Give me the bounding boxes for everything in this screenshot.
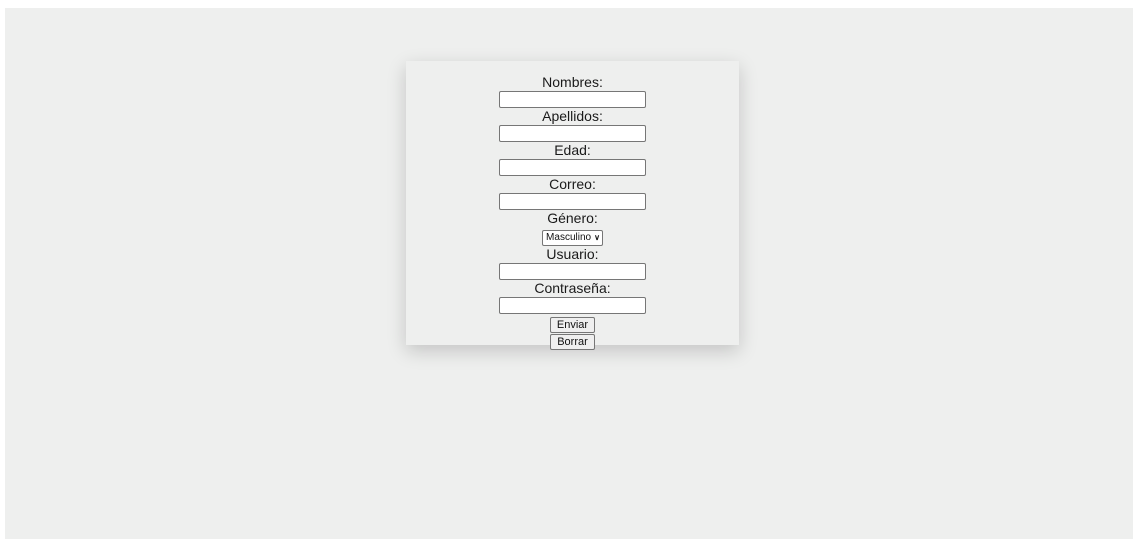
contrasena-label: Contraseña:: [534, 280, 611, 296]
enviar-button[interactable]: Enviar: [549, 317, 596, 333]
registration-form: Nombres: Apellidos: Edad: Correo: Género…: [406, 75, 739, 350]
nombres-label: Nombres:: [542, 74, 603, 90]
page-background: Nombres: Apellidos: Edad: Correo: Género…: [5, 8, 1133, 539]
correo-label: Correo:: [549, 176, 596, 192]
usuario-label: Usuario:: [546, 246, 599, 262]
genero-selected-value: Masculino: [546, 232, 592, 243]
usuario-input[interactable]: [499, 263, 646, 280]
apellidos-label: Apellidos:: [542, 108, 603, 124]
correo-input[interactable]: [499, 193, 646, 210]
apellidos-input[interactable]: [499, 125, 646, 142]
chevron-down-icon: ∨: [594, 233, 600, 242]
borrar-button[interactable]: Borrar: [550, 334, 595, 350]
registration-form-card: Nombres: Apellidos: Edad: Correo: Género…: [406, 61, 739, 350]
genero-select-wrapper: Masculino ∨: [542, 227, 603, 246]
edad-input[interactable]: [499, 159, 646, 176]
contrasena-input[interactable]: [499, 297, 646, 314]
genero-select[interactable]: Masculino ∨: [542, 230, 603, 246]
edad-label: Edad:: [554, 142, 591, 158]
genero-label: Género:: [547, 210, 598, 226]
nombres-input[interactable]: [499, 91, 646, 108]
